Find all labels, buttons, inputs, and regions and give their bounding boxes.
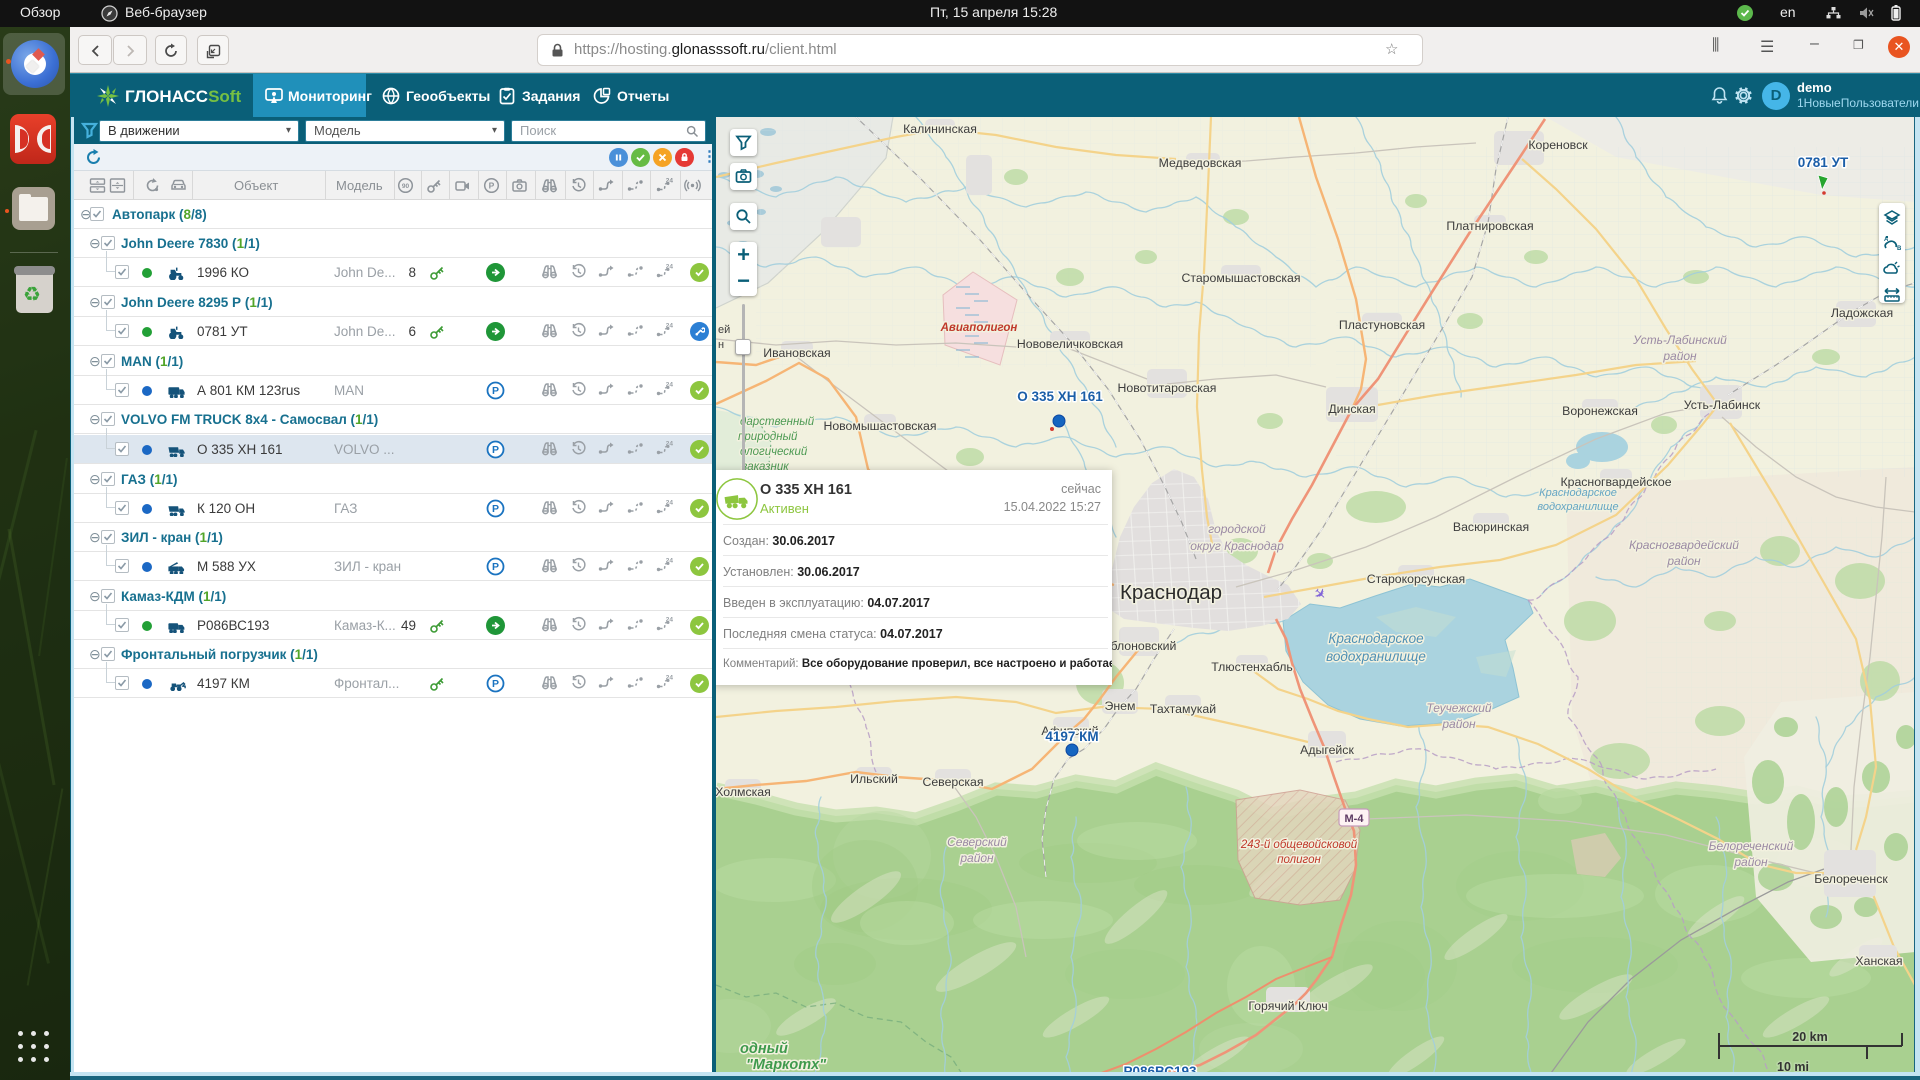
svg-text:ей: ей — [718, 324, 730, 336]
svg-text:Теучежский: Теучежский — [1426, 701, 1492, 715]
svg-text:природный: природный — [738, 431, 798, 443]
svg-text:Краснодар: Краснодар — [1120, 581, 1222, 604]
svg-text:Горячий Ключ: Горячий Ключ — [1248, 999, 1327, 1013]
svg-text:Ильский: Ильский — [850, 772, 898, 786]
svg-text:Красногвардейский: Красногвардейский — [1629, 538, 1739, 552]
svg-text:Адыгейск: Адыгейск — [1300, 743, 1354, 757]
svg-text:Холмская: Холмская — [716, 785, 771, 799]
svg-text:"Маркотх": "Маркотх" — [746, 1057, 827, 1073]
svg-text:район: район — [959, 851, 994, 865]
svg-text:24: 24 — [666, 264, 673, 271]
svg-text:Усть-Лабинск: Усть-Лабинск — [1684, 398, 1761, 412]
svg-text:Усть-Лабинский: Усть-Лабинский — [1632, 333, 1727, 347]
svg-text:90: 90 — [402, 183, 410, 190]
svg-text:P: P — [492, 385, 499, 397]
svg-text:24: 24 — [666, 178, 673, 185]
svg-text:ологический: ологический — [740, 446, 808, 458]
svg-text:P: P — [492, 678, 499, 690]
svg-text:A: A — [1884, 237, 1889, 243]
svg-text:одный: одный — [740, 1041, 788, 1057]
svg-text:городской: городской — [1208, 522, 1266, 536]
svg-text:Тлюстенхабль: Тлюстенхабль — [1211, 660, 1293, 674]
svg-text:Новомышастовская: Новомышастовская — [823, 419, 936, 433]
svg-text:20 km: 20 km — [1792, 1030, 1827, 1044]
svg-text:Северская: Северская — [922, 775, 983, 789]
svg-text:B: B — [1897, 246, 1901, 252]
svg-text:Старокорсунская: Старокорсунская — [1367, 572, 1465, 586]
svg-text:P: P — [492, 444, 499, 456]
svg-text:Нововеличковская: Нововеличковская — [1017, 337, 1123, 351]
svg-text:водохранилище: водохранилище — [1326, 649, 1426, 664]
svg-text:Северский: Северский — [947, 835, 1007, 849]
svg-text:Авиаполигон: Авиаполигон — [940, 322, 1018, 334]
svg-text:Воронежская: Воронежская — [1562, 404, 1638, 418]
svg-text:район: район — [1662, 349, 1697, 363]
svg-text:Яблоновский: Яблоновский — [1102, 639, 1177, 653]
svg-text:н: н — [718, 339, 724, 351]
svg-text:Краснодарское: Краснодарское — [1539, 487, 1617, 499]
svg-text:24: 24 — [666, 441, 673, 448]
svg-text:М-4: М-4 — [1345, 813, 1365, 825]
svg-text:Ивановская: Ивановская — [763, 346, 830, 360]
svg-text:P: P — [492, 561, 499, 573]
svg-text:район: район — [1733, 855, 1768, 869]
svg-text:243-й общевойсковой: 243-й общевойсковой — [1240, 839, 1358, 851]
svg-text:Старомышастовская: Старомышастовская — [1181, 271, 1300, 285]
svg-text:Ладожская: Ладожская — [1831, 306, 1893, 320]
svg-text:Белореченский: Белореченский — [1709, 839, 1794, 853]
svg-text:24: 24 — [666, 323, 673, 330]
svg-text:24: 24 — [666, 382, 673, 389]
svg-text:P: P — [489, 181, 495, 191]
svg-text:полигон: полигон — [1277, 854, 1321, 866]
svg-text:Белореченск: Белореченск — [1814, 872, 1888, 886]
svg-text:водохранилище: водохранилище — [1537, 501, 1618, 513]
svg-text:О 335 ХН 161: О 335 ХН 161 — [1017, 389, 1103, 404]
svg-text:0781 УТ: 0781 УТ — [1798, 155, 1849, 170]
svg-text:Пластуновская: Пластуновская — [1339, 318, 1425, 332]
svg-text:район: район — [1666, 554, 1701, 568]
svg-text:Калининская: Калининская — [903, 122, 977, 136]
svg-text:Кореновск: Кореновск — [1528, 138, 1588, 152]
svg-text:Васюринская: Васюринская — [1453, 520, 1529, 534]
svg-text:24: 24 — [666, 500, 673, 507]
svg-text:дарственный: дарственный — [740, 416, 815, 428]
svg-text:Тахтамукай: Тахтамукай — [1150, 702, 1216, 716]
svg-text:Динская: Динская — [1328, 402, 1375, 416]
svg-text:24: 24 — [666, 675, 673, 682]
svg-text:округ Краснодар: округ Краснодар — [1190, 539, 1284, 553]
svg-text:P: P — [492, 503, 499, 515]
svg-text:Платнировская: Платнировская — [1446, 219, 1533, 233]
svg-text:24: 24 — [666, 558, 673, 565]
svg-text:район: район — [1441, 717, 1476, 731]
svg-text:Ханская: Ханская — [1855, 954, 1902, 968]
svg-text:Энем: Энем — [1105, 699, 1136, 713]
svg-text:Краснодарское: Краснодарское — [1328, 631, 1423, 646]
svg-text:Медведовская: Медведовская — [1159, 156, 1242, 170]
svg-text:4197 КМ: 4197 КМ — [1045, 729, 1098, 744]
svg-text:Новотитаровская: Новотитаровская — [1118, 381, 1217, 395]
svg-text:24: 24 — [666, 617, 673, 624]
